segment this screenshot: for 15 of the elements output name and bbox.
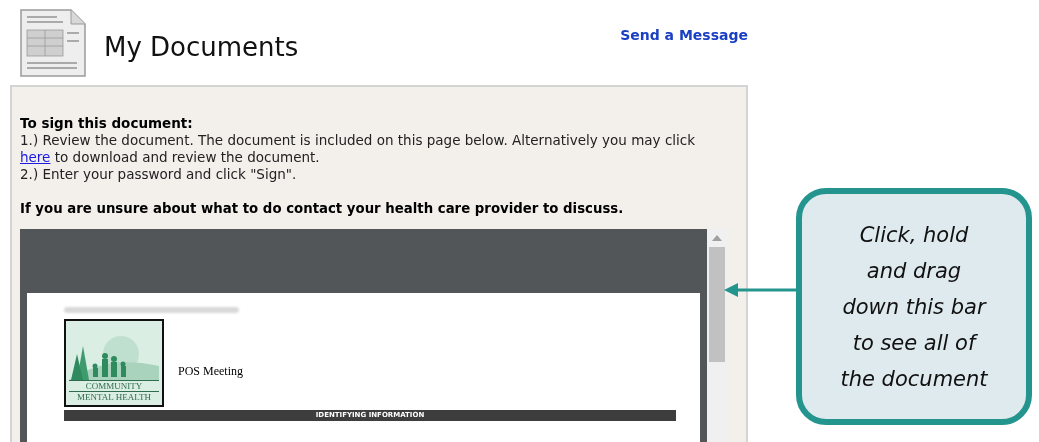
step-text: 2.) Enter your password and click "Sign". [20, 166, 298, 183]
scroll-up-icon[interactable] [712, 235, 722, 241]
document-icon [18, 7, 88, 78]
callout-text: Click, hold and drag down this bar to see all of the document [840, 221, 988, 393]
warning-text: If you are unsure about what to do contact your health care provider to discuss. [20, 200, 625, 217]
send-message-link[interactable]: Send a Message [620, 27, 748, 43]
logo-text: MENTAL HEALTH [69, 391, 159, 402]
scrollbar[interactable] [707, 229, 727, 442]
logo-text: COMMUNITY [69, 380, 159, 391]
scrollbar-thumb[interactable] [709, 247, 725, 362]
instructions-heading: To sign this document: [20, 115, 194, 132]
document-title: POS Meeting [178, 364, 243, 379]
step-text: 1.) Review the document. The document is included on this page below. Alternatively you may click here to download and review the document. [20, 132, 697, 166]
page-title: My Documents [104, 31, 299, 62]
download-link[interactable]: here [20, 149, 51, 165]
